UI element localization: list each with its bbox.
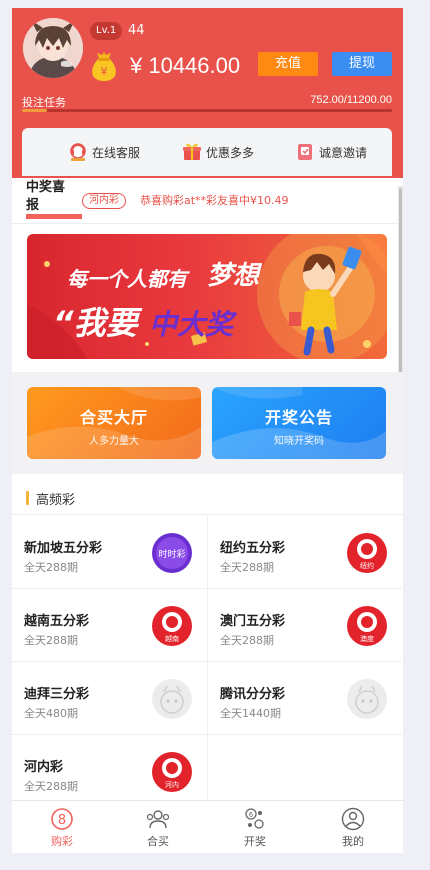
- lottery-name: 迪拜三分彩: [24, 687, 90, 702]
- notice-title-underline: [26, 214, 82, 219]
- lottery-item[interactable]: 迪拜三分彩 全天480期: [12, 662, 207, 735]
- placeholder-icon: [151, 678, 193, 720]
- section-header: 高频彩: [12, 482, 403, 515]
- promo-banner[interactable]: 每一个人都有 梦想 “我要 中大奖: [27, 234, 387, 359]
- lottery-item[interactable]: 腾讯分分彩 全天1440期: [207, 662, 402, 735]
- svg-text:¥: ¥: [101, 65, 108, 78]
- bottom-tab-bar: 8 购彩 合买 6 开奖 我的: [12, 800, 403, 853]
- card-subtitle: 知晓开奖码: [274, 436, 324, 447]
- task-label: 投注任务: [22, 96, 66, 109]
- lottery-icon-text: 澳度: [360, 634, 374, 643]
- card-subtitle: 人多力量大: [89, 436, 139, 447]
- draw-result-icon: 6: [243, 807, 267, 831]
- task-progress-fill: [22, 109, 47, 112]
- gift-icon: [182, 142, 202, 162]
- customer-service-icon: [68, 142, 88, 162]
- group-buy-icon: [146, 807, 170, 831]
- app-root: Lv.1 44 ¥ ¥ 10446.00 充值 提现 投注任务 752.00/1…: [12, 8, 403, 853]
- banner-line2a: “我要: [53, 304, 143, 342]
- lottery-draws: 全天288期: [24, 561, 78, 574]
- tab-label: 购彩: [51, 835, 73, 848]
- tab-label: 我的: [342, 835, 364, 848]
- banner-line1b: 梦想: [207, 261, 263, 291]
- empty-cell: [207, 735, 402, 808]
- tab-profile[interactable]: 我的: [323, 807, 383, 849]
- lottery-draws: 全天288期: [220, 634, 274, 647]
- lottery-draws: 全天288期: [220, 561, 274, 574]
- quick-link-invite[interactable]: 诚意邀请: [295, 141, 367, 163]
- withdraw-button[interactable]: 提现: [332, 52, 392, 76]
- red-ball-icon: 纽约: [346, 532, 388, 574]
- invite-icon: [295, 142, 315, 162]
- profile-icon: [341, 807, 365, 831]
- notice-lottery-tag: 河内彩: [82, 193, 126, 209]
- quick-link-label: 优惠多多: [206, 145, 255, 160]
- section-accent-bar: [26, 491, 29, 505]
- tab-group-buy[interactable]: 合买: [128, 807, 188, 849]
- lottery-item[interactable]: 新加坡五分彩 全天288期 时时彩: [12, 516, 207, 589]
- level-badge: Lv.1: [90, 22, 123, 40]
- quick-link-label: 在线客服: [92, 145, 141, 160]
- notice-title: 中奖喜报: [26, 180, 66, 213]
- winning-notice[interactable]: 中奖喜报 河内彩 恭喜购彩at**彩友喜中¥10.49: [12, 178, 403, 224]
- lottery-name: 新加坡五分彩: [24, 541, 103, 556]
- lottery-name: 越南五分彩: [24, 614, 90, 629]
- card-title: 合买大厅: [79, 408, 148, 427]
- lottery-icon-text: 时时彩: [158, 548, 185, 560]
- draw-announcement-card[interactable]: 开奖公告 知晓开奖码: [212, 387, 386, 459]
- lottery-name: 纽约五分彩: [220, 541, 286, 556]
- lottery-8-icon: 8: [50, 807, 74, 831]
- group-buy-hall-card[interactable]: 合买大厅 人多力量大: [27, 387, 201, 459]
- recharge-button[interactable]: 充值: [258, 52, 318, 76]
- lottery-draws: 全天480期: [24, 707, 78, 720]
- username: 44: [128, 23, 145, 38]
- red-ball-icon: 越南: [151, 605, 193, 647]
- quick-link-customer-service[interactable]: 在线客服: [68, 141, 140, 163]
- task-progress-value: 752.00/11200.00: [310, 94, 392, 106]
- balance-amount: ¥ 10446.00: [130, 53, 241, 78]
- lottery-item[interactable]: 澳门五分彩 全天288期 澳度: [207, 589, 402, 662]
- tab-label: 开奖: [244, 835, 266, 848]
- account-header: Lv.1 44 ¥ ¥ 10446.00 充值 提现 投注任务 752.00/1…: [12, 8, 403, 186]
- lottery-name: 澳门五分彩: [220, 614, 286, 629]
- placeholder-icon: [346, 678, 388, 720]
- money-bag-icon: ¥: [88, 50, 120, 82]
- card-title: 开奖公告: [264, 408, 333, 427]
- notice-message: 恭喜购彩at**彩友喜中¥10.49: [140, 194, 289, 207]
- lottery-icon-text: 纽约: [360, 561, 374, 570]
- lottery-name: 河内彩: [24, 760, 64, 775]
- avatar[interactable]: [23, 18, 83, 78]
- red-ball-icon: 河内: [151, 751, 193, 793]
- lottery-item[interactable]: 越南五分彩 全天288期 越南: [12, 589, 207, 662]
- quick-link-label: 诚意邀请: [319, 145, 368, 160]
- lottery-draws: 全天288期: [24, 780, 78, 793]
- svg-text:8: 8: [58, 813, 66, 828]
- quick-links-bar: 在线客服 优惠多多 诚意邀请: [22, 128, 392, 176]
- tab-label: 合买: [147, 835, 169, 848]
- lottery-item[interactable]: 河内彩 全天288期 河内: [12, 735, 207, 808]
- purple-badge-icon: 时时彩: [151, 532, 193, 574]
- lottery-draws: 全天288期: [24, 634, 78, 647]
- lottery-icon-text: 河内: [165, 780, 179, 789]
- tab-lottery[interactable]: 8 购彩: [32, 807, 92, 849]
- lottery-draws: 全天1440期: [220, 707, 281, 720]
- section-title: 高频彩: [36, 493, 76, 508]
- lottery-name: 腾讯分分彩: [220, 687, 286, 702]
- red-ball-icon: 澳度: [346, 605, 388, 647]
- lottery-icon-text: 越南: [165, 634, 179, 643]
- quick-link-promotions[interactable]: 优惠多多: [182, 141, 254, 163]
- lottery-item[interactable]: 纽约五分彩 全天288期 纽约: [207, 516, 402, 589]
- svg-text:6: 6: [249, 811, 254, 819]
- banner-line2b: 中大奖: [149, 308, 238, 341]
- banner-line1a: 每一个人都有: [67, 267, 190, 291]
- task-progress-bar: [22, 109, 392, 112]
- tab-draw-results[interactable]: 6 开奖: [225, 807, 285, 849]
